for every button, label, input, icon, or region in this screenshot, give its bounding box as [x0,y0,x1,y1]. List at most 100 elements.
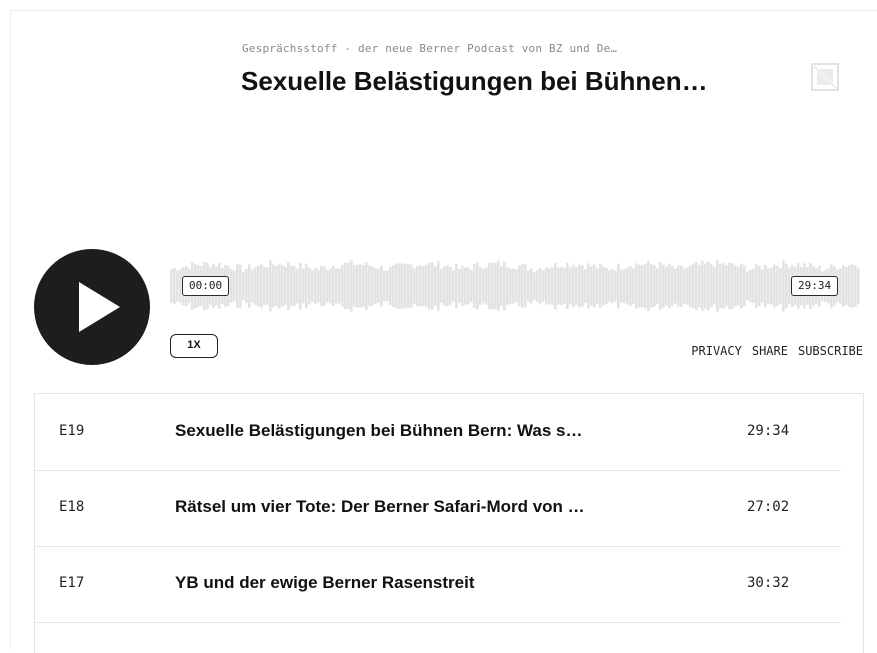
waveform-bar [248,264,251,308]
episode-duration: 29:34 [747,423,790,439]
waveform-bar [524,264,527,308]
waveform-bar [494,262,497,310]
waveform-bar [254,267,257,305]
waveform-bar [614,270,617,302]
waveform-bar [677,265,680,307]
waveform-bar [740,263,743,309]
waveform-bar [518,265,521,307]
waveform-bar [170,269,173,303]
waveform-bar [647,260,650,312]
waveform-bar [293,266,296,306]
waveform-bar [599,264,602,308]
waveform-bar [236,264,239,308]
waveform-bar [341,265,344,307]
waveform-bar [845,266,848,306]
waveform-bar [284,266,287,306]
episode-title-link[interactable]: YB und der ewige Berner Rasenstreit [175,573,705,593]
waveform-bar [686,267,689,305]
waveform-bar [356,264,359,308]
waveform-bar [173,267,176,305]
episode-number: E17 [59,575,85,591]
waveform-bar [704,263,707,309]
waveform-scrubber[interactable] [170,254,860,318]
play-button[interactable] [34,249,150,365]
waveform-bar [656,268,659,304]
playback-speed-button[interactable]: 1X [170,334,218,358]
waveform-bar [662,264,665,308]
waveform-bar [296,268,299,304]
waveform-bar [446,265,449,307]
episode-row[interactable]: E18 Rätsel um vier Tote: Der Berner Safa… [35,470,841,547]
waveform-bar [638,264,641,308]
waveform-bar [380,265,383,307]
waveform-bar [410,264,413,308]
waveform-bar [353,265,356,307]
episode-row[interactable]: E17 YB und der ewige Berner Rasenstreit … [35,546,841,623]
waveform-bar [590,266,593,306]
waveform-bar [743,265,746,307]
waveform-bar [371,266,374,306]
waveform-bar [437,261,440,311]
waveform-bar [377,268,380,304]
episode-title-link[interactable]: Rätsel um vier Tote: Der Berner Safari-M… [175,497,705,517]
waveform-bar [773,264,776,308]
no-image-icon [810,62,840,92]
waveform-bar [242,271,245,301]
waveform-bar [734,265,737,307]
current-time: 00:00 [182,276,230,296]
play-icon [79,282,120,332]
waveform-bar [560,267,563,305]
episode-title-link[interactable]: Sexuelle Belästigungen bei Bühnen Bern: … [175,421,705,441]
waveform-bar [251,269,254,303]
waveform-bar [548,268,551,304]
waveform-bar [533,272,536,300]
waveform-bar [323,266,326,306]
waveform-bar [500,266,503,306]
waveform-bar [695,262,698,310]
waveform-bar [761,269,764,303]
waveform-bar [692,263,695,309]
waveform-bar [728,262,731,310]
waveform-bar [344,262,347,310]
waveform-bar [335,268,338,304]
waveform-bar [575,267,578,305]
waveform-bar [464,267,467,305]
waveform-bar [659,262,662,310]
waveform-bar [338,268,341,304]
waveform-bar [404,263,407,309]
waveform-bar [710,264,713,308]
waveform-bar [623,268,626,304]
waveform-bar [497,261,500,311]
waveform-bar [305,263,308,309]
waveform-bar [857,267,860,305]
waveform-bar [650,264,653,308]
waveform-bar [746,271,749,301]
privacy-link[interactable]: PRIVACY [691,344,742,358]
waveform-bar [644,263,647,309]
waveform-bar [443,266,446,306]
waveform-bar [257,265,260,307]
waveform-bar [326,269,329,303]
waveform-bar [230,269,233,303]
episode-row[interactable]: E19 Sexuelle Belästigungen bei Bühnen Be… [35,394,841,471]
waveform-bar [785,263,788,309]
waveform-bar [680,265,683,307]
waveform-bar [608,270,611,302]
waveform-bar [539,267,542,305]
waveform-bar [509,268,512,304]
waveform-bar [389,266,392,306]
player-links: PRIVACY SHARE SUBSCRIBE [691,344,863,358]
waveform-bar [401,263,404,309]
subscribe-link[interactable]: SUBSCRIBE [798,344,863,358]
waveform-bar [263,266,266,306]
waveform-bar [776,265,779,307]
waveform-bar [752,268,755,304]
share-link[interactable]: SHARE [752,344,788,358]
episode-list: E19 Sexuelle Belästigungen bei Bühnen Be… [34,393,864,653]
waveform-bar [629,266,632,306]
waveform-bar [689,264,692,308]
waveform-bar [431,262,434,310]
waveform-bar [683,268,686,304]
waveform-bar [848,265,851,307]
waveform-bar [713,267,716,305]
